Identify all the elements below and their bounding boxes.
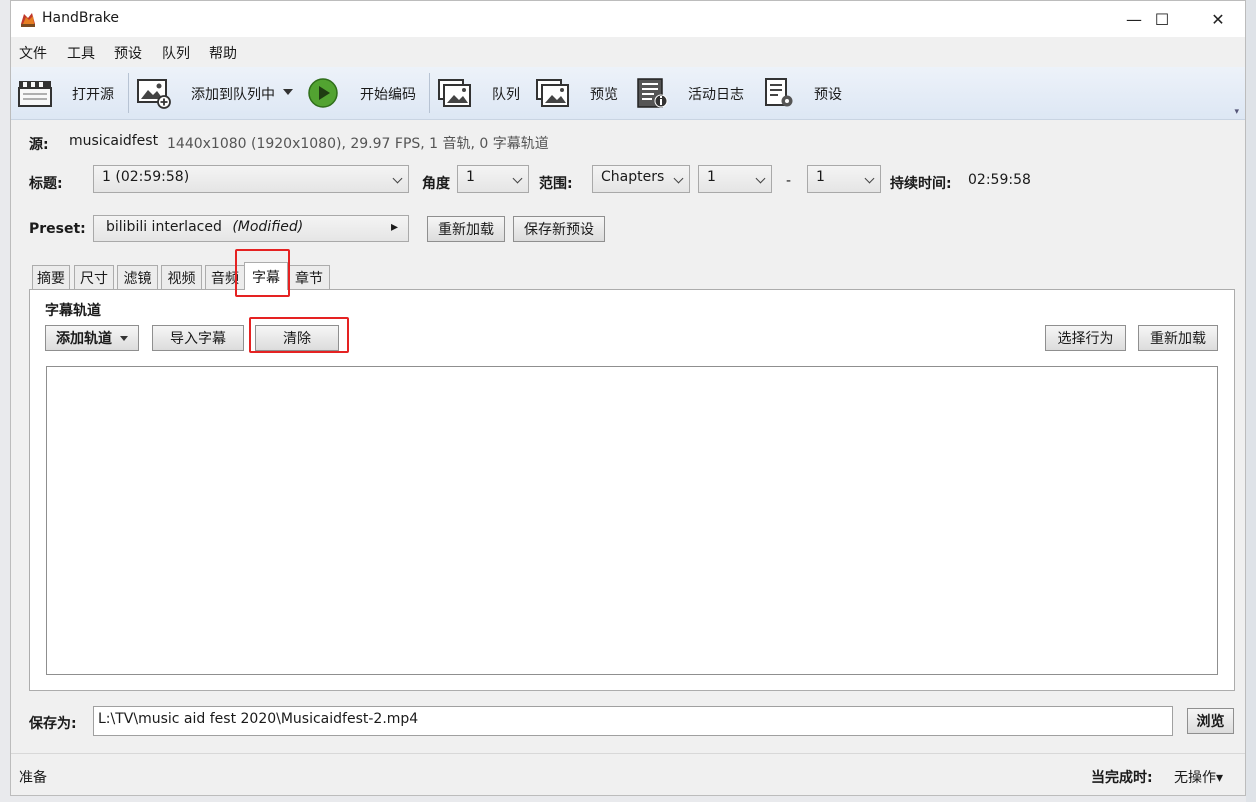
toolbar-overflow-icon[interactable]: ▾ bbox=[1234, 107, 1239, 117]
handbrake-window: HandBrake — ☐ ✕ 文件 工具 预设 队列 帮助 打开源 添加到队列… bbox=[10, 0, 1246, 796]
chevron-down-icon bbox=[673, 173, 684, 184]
range-label: 范围: bbox=[539, 176, 573, 192]
chevron-down-icon bbox=[755, 173, 766, 184]
duration-value: 02:59:58 bbox=[968, 172, 1031, 188]
tab-audio[interactable]: 音频 bbox=[205, 265, 245, 289]
start-encode-button[interactable]: 开始编码 bbox=[360, 84, 416, 104]
title-dropdown-value: 1 (02:59:58) bbox=[102, 169, 190, 185]
chevron-down-icon: ▾ bbox=[1216, 770, 1224, 786]
toolbar-separator bbox=[429, 73, 430, 113]
queue-button[interactable]: 队列 bbox=[492, 84, 520, 104]
range-type-value: Chapters bbox=[601, 169, 665, 185]
chevron-down-icon bbox=[864, 173, 875, 184]
tab-summary[interactable]: 摘要 bbox=[32, 265, 70, 289]
title-dropdown[interactable]: 1 (02:59:58) bbox=[93, 165, 409, 193]
status-bar: 准备 当完成时: 无操作▾ bbox=[11, 753, 1245, 795]
clapperboard-icon[interactable] bbox=[17, 77, 53, 109]
menu-file[interactable]: 文件 bbox=[19, 43, 47, 63]
menu-presets[interactable]: 预设 bbox=[114, 43, 142, 63]
subtitles-panel: 字幕轨道 添加轨道 导入字幕 清除 选择行为 重新加载 bbox=[29, 289, 1235, 691]
preset-selector[interactable]: bilibili interlaced (Modified) ▸ bbox=[93, 215, 409, 242]
dropdown-arrow-icon bbox=[120, 336, 128, 341]
add-track-button[interactable]: 添加轨道 bbox=[45, 325, 139, 351]
menu-help[interactable]: 帮助 bbox=[209, 43, 237, 63]
tab-subtitles[interactable]: 字幕 bbox=[244, 262, 288, 290]
range-end-value: 1 bbox=[816, 169, 825, 185]
preset-arrow-icon: ▸ bbox=[390, 219, 398, 235]
range-start-value: 1 bbox=[707, 169, 716, 185]
presets-button[interactable]: 预设 bbox=[814, 84, 842, 104]
subtitle-tracks-heading: 字幕轨道 bbox=[45, 303, 101, 319]
presets-gear-icon[interactable] bbox=[761, 77, 797, 109]
when-done-value: 无操作 bbox=[1174, 770, 1216, 786]
title-label: 标题: bbox=[29, 176, 63, 192]
tab-video[interactable]: 视频 bbox=[161, 265, 202, 289]
close-button[interactable]: ✕ bbox=[1189, 1, 1245, 37]
source-label: 源: bbox=[29, 137, 49, 153]
window-title: HandBrake bbox=[42, 10, 120, 26]
toolbar: 打开源 添加到队列中 开始编码 队列 预览 活动日志 预设 ▾ bbox=[11, 67, 1245, 120]
range-dash: - bbox=[786, 173, 792, 189]
reload-preset-button[interactable]: 重新加载 bbox=[427, 216, 505, 242]
menu-bar: 文件 工具 预设 队列 帮助 bbox=[11, 38, 1245, 66]
angle-dropdown[interactable]: 1 bbox=[457, 165, 529, 193]
add-to-queue-button[interactable]: 添加到队列中 bbox=[191, 84, 275, 104]
when-done-dropdown[interactable]: 无操作▾ bbox=[1174, 767, 1223, 787]
toolbar-separator bbox=[128, 73, 129, 113]
tab-chapters[interactable]: 章节 bbox=[288, 265, 330, 289]
preset-label: Preset: bbox=[29, 221, 86, 237]
preview-icon[interactable] bbox=[535, 77, 571, 109]
duration-label: 持续时间: bbox=[890, 176, 952, 192]
select-behavior-button[interactable]: 选择行为 bbox=[1045, 325, 1126, 351]
save-new-preset-button[interactable]: 保存新预设 bbox=[513, 216, 605, 242]
subtitle-track-list[interactable] bbox=[46, 366, 1218, 675]
range-type-dropdown[interactable]: Chapters bbox=[592, 165, 690, 193]
preset-name: bilibili interlaced bbox=[106, 219, 222, 235]
maximize-button[interactable]: ☐ bbox=[1133, 1, 1191, 37]
activity-log-button[interactable]: 活动日志 bbox=[688, 84, 744, 104]
range-end-dropdown[interactable]: 1 bbox=[807, 165, 881, 193]
tab-filters[interactable]: 滤镜 bbox=[117, 265, 158, 289]
range-start-dropdown[interactable]: 1 bbox=[698, 165, 772, 193]
angle-dropdown-value: 1 bbox=[466, 169, 475, 185]
activity-log-icon[interactable] bbox=[634, 77, 670, 109]
chevron-down-icon bbox=[512, 173, 523, 184]
handbrake-logo-icon bbox=[21, 13, 35, 27]
tab-dimensions[interactable]: 尺寸 bbox=[74, 265, 114, 289]
play-icon[interactable] bbox=[305, 77, 341, 109]
browse-button[interactable]: 浏览 bbox=[1187, 708, 1234, 734]
queue-icon[interactable] bbox=[437, 77, 473, 109]
source-info: 1440x1080 (1920x1080), 29.97 FPS, 1 音轨, … bbox=[167, 136, 549, 152]
clear-button[interactable]: 清除 bbox=[255, 325, 339, 351]
title-bar: HandBrake — ☐ ✕ bbox=[11, 1, 1245, 37]
menu-tools[interactable]: 工具 bbox=[67, 43, 95, 63]
source-name: musicaidfest bbox=[69, 133, 159, 149]
add-track-label: 添加轨道 bbox=[56, 331, 112, 347]
chevron-down-icon bbox=[392, 173, 403, 184]
preview-button[interactable]: 预览 bbox=[590, 84, 618, 104]
angle-label: 角度 bbox=[422, 176, 450, 192]
save-path-input[interactable]: L:\TV\music aid fest 2020\Musicaidfest-2… bbox=[93, 706, 1173, 736]
reload-subtitles-button[interactable]: 重新加载 bbox=[1138, 325, 1218, 351]
menu-queue[interactable]: 队列 bbox=[162, 43, 190, 63]
add-image-icon[interactable] bbox=[135, 77, 171, 109]
when-done-label: 当完成时: bbox=[1091, 770, 1153, 786]
background-strip bbox=[1246, 0, 1256, 802]
status-text: 准备 bbox=[19, 770, 47, 786]
open-source-button[interactable]: 打开源 bbox=[72, 84, 114, 104]
import-subtitle-button[interactable]: 导入字幕 bbox=[152, 325, 244, 351]
add-to-queue-dropdown-icon[interactable] bbox=[283, 89, 293, 95]
preset-modified: (Modified) bbox=[232, 219, 304, 235]
save-as-label: 保存为: bbox=[29, 716, 77, 732]
